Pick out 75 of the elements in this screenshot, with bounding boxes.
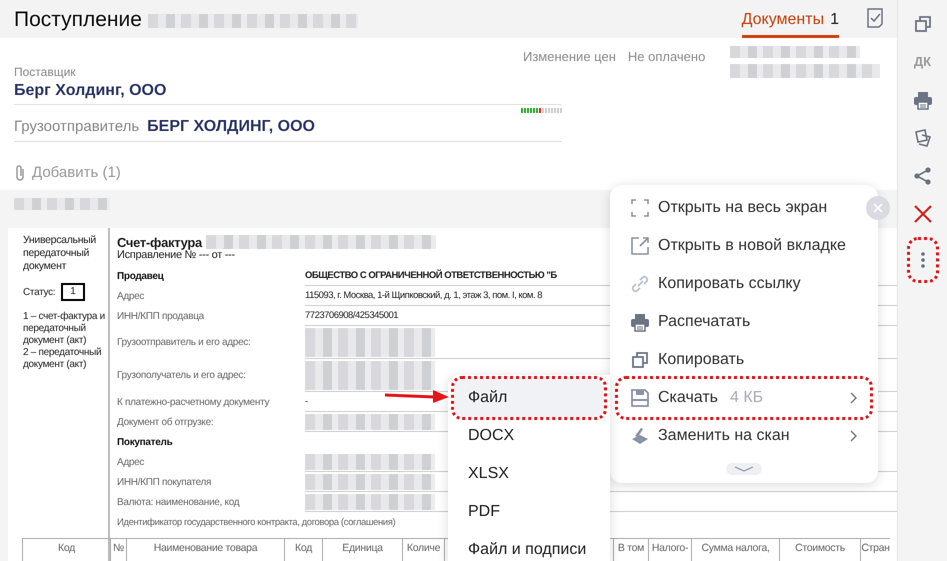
chevron-down-icon: [734, 466, 754, 472]
column-header: Код: [295, 542, 312, 554]
column-header: Стран: [861, 542, 890, 554]
menu-item[interactable]: Скачать 4 КБ: [618, 379, 870, 417]
field-label: Грузоотправитель и его адрес:: [117, 336, 252, 349]
menu-item[interactable]: Распечатать: [618, 303, 870, 341]
field-label: ИНН/КПП продавца: [117, 310, 206, 322]
close-icon: [912, 204, 932, 224]
field-value: ОБЩЕСТВО С ОГРАНИЧЕННОЙ ОТВЕТСТВЕННОСТЬЮ "Б: [305, 269, 557, 282]
link-icon: [630, 274, 650, 294]
share-icon: [912, 166, 932, 186]
field-label: Идентификатор государственного контракта, договора (соглашения): [117, 516, 396, 528]
column-header: Код: [58, 542, 75, 554]
field-label: Поставщик: [14, 64, 76, 80]
more-icon: [920, 252, 924, 268]
menu-item[interactable]: Открыть на весь экран: [618, 189, 870, 227]
menu-item[interactable]: Открыть в новой вкладке: [618, 227, 870, 265]
paperclip-icon: [14, 164, 26, 182]
legend-text: 2 – передаточный документ (акт): [23, 347, 102, 371]
field-value: 7723706908/425345001: [305, 309, 398, 322]
field-value: 115093, г. Москва, 1-й Щипковский, д. 1, этаж 3, пом. I, ком. 8: [305, 289, 542, 302]
status-value: 1: [61, 283, 85, 301]
field-label: Адрес: [117, 456, 146, 468]
external-link-icon: [630, 236, 650, 256]
field-value: -: [305, 395, 308, 408]
menu-item[interactable]: Заменить на скан: [618, 417, 870, 455]
field-label: Валюта: наименование, код: [117, 496, 240, 508]
copy-icon: [912, 14, 932, 34]
supplier-field[interactable]: Берг Холдинг, ООО: [14, 80, 562, 105]
page-title: Поступление: [14, 7, 142, 33]
status-label: Статус:: [23, 286, 56, 298]
shipper-value[interactable]: БЕРГ ХОЛДИНГ, ООО: [147, 115, 315, 139]
column-header: Налого-: [652, 542, 688, 554]
pages-icon: [912, 128, 932, 148]
column-header: Сумма налога,: [701, 542, 770, 554]
fullscreen-icon: [630, 198, 650, 218]
document-type: Универсальный передаточный документ: [23, 234, 97, 273]
printer-icon: [912, 90, 932, 110]
section-heading: Продавец: [117, 270, 165, 282]
correction-text: Исправление № --- от ---: [117, 249, 236, 262]
column-header: Количе: [406, 542, 440, 554]
submenu-item[interactable]: XLSX: [454, 455, 604, 493]
field-label: К платежно-расчетному документу: [117, 396, 270, 408]
column-header: Единица: [342, 542, 383, 554]
submenu-item[interactable]: DOCX: [454, 417, 604, 455]
status-label: Изменение цен: [523, 48, 616, 66]
section-heading: Покупатель: [117, 436, 174, 448]
status-label: Не оплачено: [628, 48, 706, 66]
copy-icon: [630, 350, 650, 370]
close-icon: [873, 203, 883, 213]
size-label: 4 КБ: [730, 388, 764, 408]
menu-item[interactable]: Копировать: [618, 341, 870, 379]
menu-item[interactable]: Копировать ссылку: [618, 265, 870, 303]
legend-text: 1 – счет-фактура и передаточный документ (акт): [23, 311, 106, 347]
column-header: Наименование товара: [154, 542, 258, 554]
printer-icon: [630, 312, 650, 332]
column-header: В том: [618, 542, 644, 554]
field-label: ИНН/КПП покупателя: [117, 476, 212, 488]
scanner-icon: [630, 426, 650, 446]
field-label: Адрес: [117, 290, 146, 302]
submenu-item[interactable]: Файл и подписи: [454, 531, 604, 561]
field-label: Грузополучатель и его адрес:: [117, 369, 247, 382]
expand-button[interactable]: [726, 463, 762, 475]
pointer-arrow: [383, 389, 451, 403]
chevron-right-icon: [850, 430, 858, 442]
chevron-right-icon: [850, 392, 858, 404]
submenu-item[interactable]: PDF: [454, 493, 604, 531]
column-header: Стоимость: [795, 542, 845, 554]
submenu-item[interactable]: Файл: [454, 379, 604, 417]
tab-count: 1: [830, 10, 839, 30]
column-header: №: [113, 542, 124, 554]
invoice-title: Счет-фактура: [117, 236, 202, 248]
documents-tab[interactable]: Документы 1: [742, 4, 839, 38]
field-label: Грузоотправитель: [14, 117, 140, 137]
field-label: Документ об отгрузке:: [117, 416, 214, 428]
